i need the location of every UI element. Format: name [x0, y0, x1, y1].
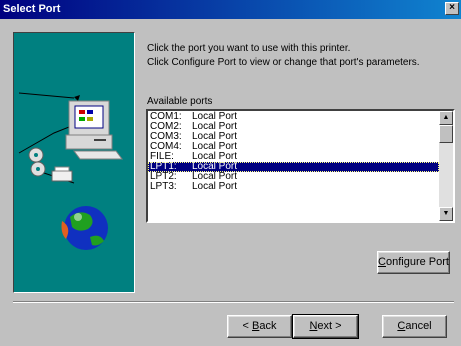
divider	[13, 301, 454, 303]
instruction-line-2: Click Configure Port to view or change t…	[147, 57, 420, 68]
wizard-illustration	[13, 32, 135, 293]
configure-port-button[interactable]: Configure Port	[377, 251, 450, 274]
window-title: Select Port	[3, 3, 61, 15]
scroll-up-icon[interactable]: ▲	[439, 111, 453, 125]
ports-list: COM1: Local Port COM2: Local Port COM3: Loc…	[148, 112, 439, 192]
cancel-button[interactable]: Cancel	[382, 315, 447, 338]
close-icon[interactable]: ×	[445, 2, 459, 15]
back-button[interactable]: < Back	[227, 315, 292, 338]
vertical-scrollbar[interactable]: ▲ ▼	[439, 111, 453, 221]
title-bar: Select Port ×	[0, 0, 461, 19]
ports-listbox[interactable]: COM1: Local Port COM2: Local Port COM3: Loc…	[146, 109, 455, 223]
next-button[interactable]: Next >	[292, 314, 359, 339]
port-item[interactable]: LPT3: Local Port	[148, 182, 439, 192]
instruction-line-1: Click the port you want to use with this…	[147, 43, 351, 54]
scroll-thumb[interactable]	[439, 125, 453, 143]
available-ports-label: Available ports	[147, 96, 213, 107]
scroll-down-icon[interactable]: ▼	[439, 207, 453, 221]
